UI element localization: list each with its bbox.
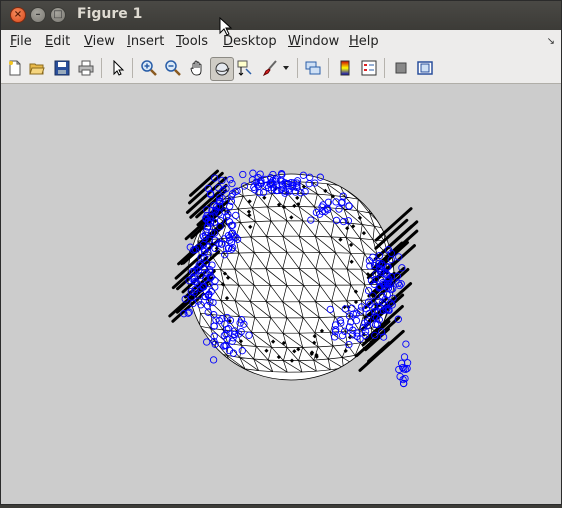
circle-marker (203, 338, 211, 346)
brush-button[interactable] (260, 58, 280, 78)
save-figure-icon (54, 60, 70, 76)
insert-legend-icon (361, 60, 377, 76)
hide-plot-tools-icon (395, 62, 407, 74)
new-figure-icon (9, 60, 21, 76)
print-figure-button[interactable] (76, 58, 96, 78)
brush-icon (262, 60, 277, 76)
new-figure-button[interactable] (5, 58, 25, 78)
menu-edit[interactable]: Edit (45, 34, 70, 49)
menu-help[interactable]: Help (349, 34, 379, 49)
circle-marker (400, 353, 409, 361)
show-plot-tools-button[interactable] (415, 58, 435, 78)
toolbar-separator (297, 58, 298, 78)
pan-button[interactable] (187, 58, 207, 78)
zoom-out-button[interactable] (163, 58, 183, 78)
toolbar-separator (101, 58, 102, 78)
zoom-in-icon (141, 60, 157, 76)
toolbar-separator (384, 58, 385, 78)
brush-dropdown-button[interactable] (280, 58, 292, 78)
menu-file[interactable]: File (10, 34, 32, 49)
circle-marker (209, 356, 218, 364)
data-cursor-icon (237, 60, 252, 76)
close-icon: × (13, 9, 23, 20)
undock-arrow-icon[interactable]: ↘ (547, 36, 555, 47)
minimize-button[interactable]: – (30, 7, 46, 23)
window-title: Figure 1 (77, 6, 143, 22)
insert-legend-button[interactable] (359, 58, 379, 78)
print-figure-icon (78, 60, 94, 76)
insert-colorbar-icon (340, 60, 350, 76)
menu-bar: File Edit View Insert Tools Desktop Wind… (1, 30, 561, 53)
figure-toolbar (1, 53, 561, 84)
brush-dropdown-icon (283, 66, 289, 70)
edit-plot-button[interactable] (108, 58, 128, 78)
circle-marker (249, 169, 257, 177)
menu-tools[interactable]: Tools (176, 34, 208, 49)
close-button[interactable]: × (10, 7, 26, 23)
pan-hand-icon (190, 60, 202, 76)
show-plot-tools-icon (417, 61, 433, 75)
menu-view[interactable]: View (84, 34, 115, 49)
figure-window: × – □ Figure 1 File Edit View Insert Too… (0, 0, 562, 505)
plot-area (168, 169, 419, 388)
figure-canvas[interactable] (1, 84, 561, 504)
edit-plot-arrow-icon (113, 60, 125, 76)
circle-marker (228, 179, 236, 188)
menu-window[interactable]: Window (288, 34, 339, 49)
hide-plot-tools-button[interactable] (391, 58, 411, 78)
toolbar-separator (132, 58, 133, 78)
zoom-out-icon (165, 60, 181, 76)
circle-marker (239, 170, 247, 179)
mouse-pointer-icon (219, 17, 233, 36)
maximize-icon: □ (53, 9, 63, 20)
data-cursor-button[interactable] (235, 58, 255, 78)
toolbar-separator (328, 58, 329, 78)
title-bar[interactable]: × – □ Figure 1 (1, 1, 561, 30)
maximize-button[interactable]: □ (50, 7, 66, 23)
open-file-icon (29, 63, 45, 75)
circle-marker (226, 176, 234, 184)
menu-insert[interactable]: Insert (127, 34, 164, 49)
link-plot-button[interactable] (303, 58, 323, 78)
open-file-button[interactable] (27, 58, 47, 78)
zoom-in-button[interactable] (139, 58, 159, 78)
link-plot-icon (305, 61, 321, 75)
rotate-3d-icon (215, 62, 230, 76)
line-segment (374, 207, 413, 242)
save-figure-button[interactable] (52, 58, 72, 78)
circle-marker (402, 340, 410, 348)
minimize-icon: – (35, 9, 41, 20)
rotate-3d-button[interactable] (210, 57, 234, 81)
insert-colorbar-button[interactable] (335, 58, 355, 78)
